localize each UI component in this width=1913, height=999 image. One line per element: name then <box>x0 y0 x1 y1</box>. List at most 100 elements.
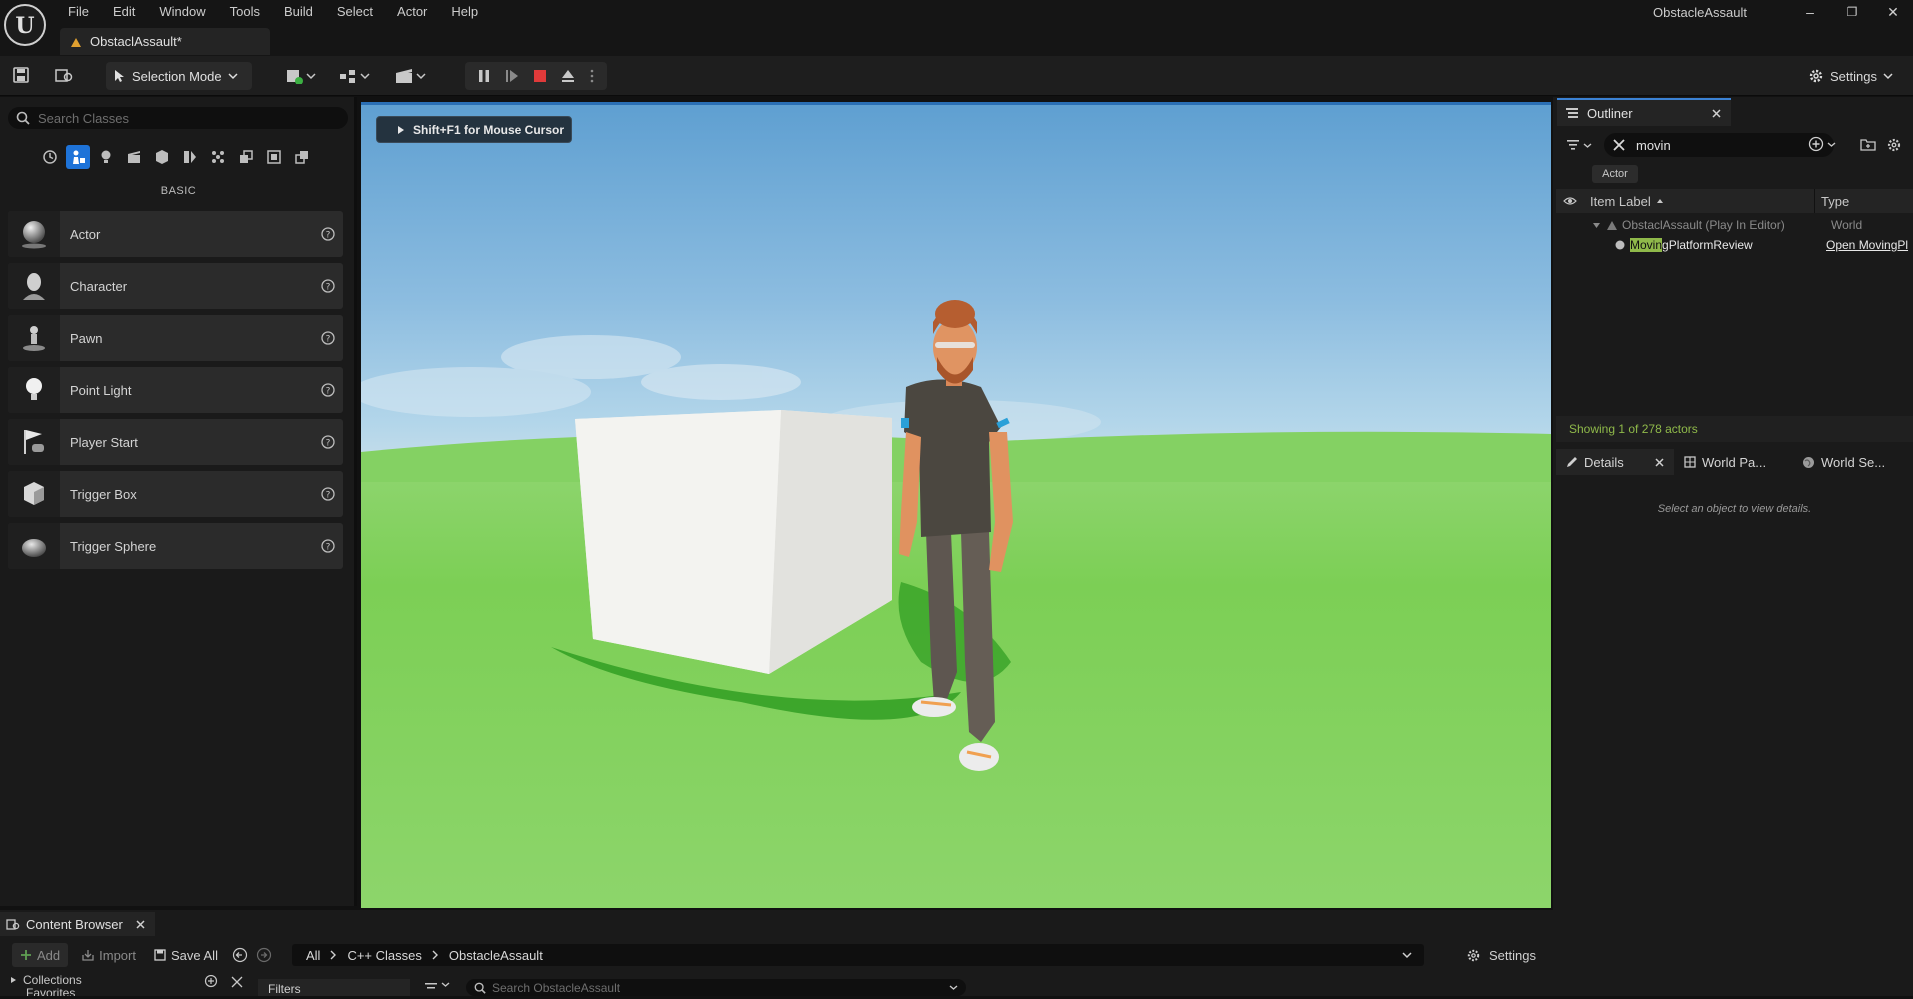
new-folder-icon[interactable] <box>1860 137 1876 151</box>
class-item-point-light[interactable]: Point Light ? <box>8 367 343 413</box>
filter-dropdown[interactable] <box>424 981 450 993</box>
content-browser-settings-button[interactable]: Settings <box>1466 944 1536 966</box>
all-classes-icon[interactable] <box>262 145 286 169</box>
unreal-logo-icon[interactable]: U <box>4 4 46 46</box>
geometry-icon[interactable] <box>178 145 202 169</box>
help-icon[interactable]: ? <box>313 279 343 293</box>
help-icon[interactable]: ? <box>313 435 343 449</box>
help-icon[interactable]: ? <box>313 227 343 241</box>
menu-actor[interactable]: Actor <box>385 2 439 24</box>
eye-icon[interactable] <box>1556 196 1584 206</box>
menu-file[interactable]: File <box>56 2 101 24</box>
gear-icon <box>1466 948 1481 963</box>
add-collection-icon[interactable] <box>204 975 218 988</box>
expand-arrow-icon[interactable] <box>1592 222 1606 229</box>
menu-select[interactable]: Select <box>325 2 385 24</box>
settings-button[interactable]: Settings <box>1808 64 1893 88</box>
chevron-down-icon <box>228 72 238 80</box>
tab-world-settings[interactable]: World Se... <box>1792 449 1910 475</box>
blueprint-icon[interactable] <box>338 66 374 86</box>
menu-edit[interactable]: Edit <box>101 2 147 24</box>
help-icon[interactable]: ? <box>313 331 343 345</box>
pause-icon[interactable] <box>473 66 495 86</box>
forward-arrow-icon[interactable] <box>256 947 272 963</box>
close-window-button[interactable]: ✕ <box>1873 2 1913 22</box>
gear-icon[interactable] <box>1886 137 1902 153</box>
class-item-character[interactable]: Character ? <box>8 263 343 309</box>
class-item-player-start[interactable]: Player Start ? <box>8 419 343 465</box>
svg-text:?: ? <box>326 543 331 553</box>
selection-mode-dropdown[interactable]: Selection Mode <box>106 62 252 90</box>
class-item-pawn[interactable]: Pawn ? <box>8 315 343 361</box>
recent-clock-icon[interactable] <box>38 145 62 169</box>
help-icon[interactable]: ? <box>313 487 343 501</box>
collapse-icon[interactable] <box>230 975 244 989</box>
basic-category-icon[interactable] <box>66 145 90 169</box>
add-button[interactable]: Add <box>12 943 69 967</box>
breadcrumb-obstacle-assault[interactable]: ObstacleAssault <box>449 948 543 963</box>
expand-arrow-icon <box>10 976 17 984</box>
type-header: Type <box>1821 193 1850 209</box>
class-item-actor[interactable]: Actor ? <box>8 211 343 257</box>
import-button[interactable]: Import <box>74 943 144 967</box>
lights-bulb-icon[interactable] <box>94 145 118 169</box>
minimize-button[interactable]: – <box>1790 2 1830 22</box>
placeable-icon[interactable] <box>290 145 314 169</box>
tab-world-partition[interactable]: World Pa... <box>1674 449 1792 475</box>
level-viewport[interactable] <box>361 102 1551 908</box>
world-row-label: ObstaclAssault (Play In Editor) <box>1622 218 1785 232</box>
stop-icon[interactable] <box>529 66 551 86</box>
class-item-trigger-box[interactable]: Trigger Box ? <box>8 471 343 517</box>
svg-text:?: ? <box>326 283 331 293</box>
filter-dropdown[interactable] <box>1566 136 1596 154</box>
more-options-icon[interactable] <box>586 66 598 86</box>
add-actor-icon[interactable] <box>284 66 320 86</box>
cinematic-clapper-icon[interactable] <box>122 145 146 169</box>
breadcrumb-all[interactable]: All <box>306 948 320 963</box>
outliner-row[interactable]: ObstaclAssault (Play In Editor) World <box>1556 215 1913 235</box>
content-search-input[interactable]: Search ObstacleAssault <box>466 979 966 996</box>
save-all-button[interactable]: Save All <box>146 943 226 967</box>
breadcrumb-cpp-classes[interactable]: C++ Classes <box>347 948 421 963</box>
flag-icon <box>8 419 60 465</box>
close-icon[interactable] <box>136 919 145 929</box>
level-document-tab[interactable]: ObstaclAssault* <box>60 28 270 55</box>
help-icon[interactable]: ? <box>313 383 343 397</box>
chevron-down-icon[interactable] <box>1402 951 1412 959</box>
save-icon[interactable] <box>10 65 32 85</box>
menu-build[interactable]: Build <box>272 2 325 24</box>
volumes-icon[interactable] <box>206 145 230 169</box>
menu-help[interactable]: Help <box>439 2 490 24</box>
shapes-icon[interactable] <box>234 145 258 169</box>
filters-button[interactable]: Filters <box>258 979 410 996</box>
close-icon[interactable] <box>1655 457 1664 467</box>
clear-search-icon[interactable] <box>1612 138 1626 152</box>
class-item-trigger-sphere[interactable]: Trigger Sphere ? <box>8 523 343 569</box>
menu-tools[interactable]: Tools <box>218 2 272 24</box>
actor-count-status: Showing 1 of 278 actors <box>1556 416 1913 442</box>
search-classes-input[interactable]: Search Classes <box>8 107 348 129</box>
content-browser-icon[interactable] <box>53 65 75 85</box>
close-icon[interactable] <box>1712 108 1721 118</box>
cinematics-icon[interactable] <box>394 66 430 86</box>
actor-filter-chip[interactable]: Actor <box>1592 165 1638 183</box>
menu-window[interactable]: Window <box>147 2 217 24</box>
tab-outliner[interactable]: Outliner <box>1557 98 1731 126</box>
restore-button[interactable]: ❐ <box>1832 2 1872 22</box>
item-label-column[interactable]: Item Label <box>1584 194 1814 209</box>
eject-icon[interactable] <box>557 66 579 86</box>
visual-effects-icon[interactable] <box>150 145 174 169</box>
chevron-down-icon <box>1583 142 1592 149</box>
help-icon[interactable]: ? <box>313 539 343 553</box>
tab-content-browser[interactable]: Content Browser <box>0 912 155 936</box>
open-blueprint-link[interactable]: Open MovingPl <box>1826 238 1913 252</box>
favorites-label[interactable]: Favorites <box>26 986 75 996</box>
tab-details[interactable]: Details <box>1556 449 1674 475</box>
type-column[interactable]: Type <box>1814 189 1849 213</box>
step-frame-icon[interactable] <box>501 66 523 86</box>
svg-text:?: ? <box>326 387 331 397</box>
back-arrow-icon[interactable] <box>232 947 248 963</box>
outliner-row[interactable]: MovingPlatformReview Open MovingPl <box>1556 235 1913 255</box>
add-filter-dropdown[interactable] <box>1808 136 1836 152</box>
outliner-search-input[interactable]: movin <box>1604 133 1834 157</box>
